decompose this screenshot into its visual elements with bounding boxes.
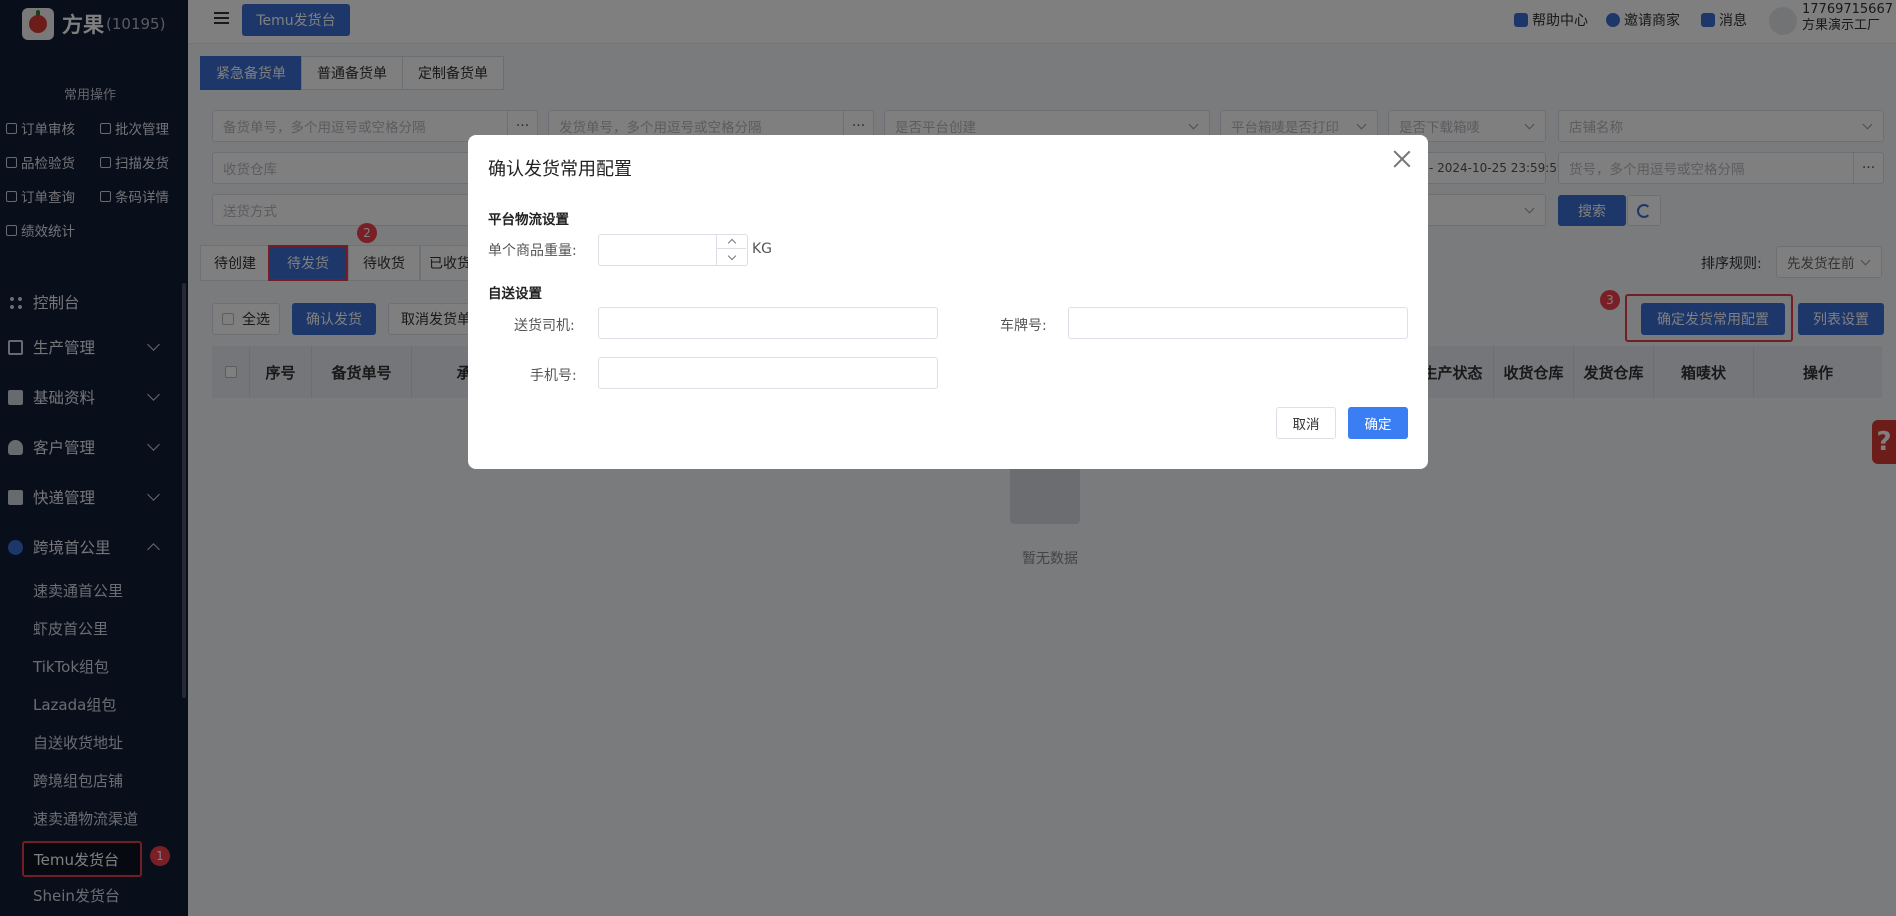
increment-button[interactable] (717, 234, 746, 249)
plate-field[interactable] (1068, 307, 1408, 339)
cancel-button[interactable]: 取消 (1276, 407, 1336, 439)
decrement-button[interactable] (717, 250, 746, 265)
driver-label: 送货司机: (514, 318, 575, 334)
driver-field[interactable] (598, 307, 938, 339)
plate-label: 车牌号: (1000, 318, 1047, 334)
phone-label: 手机号: (530, 368, 577, 384)
phone-field[interactable] (598, 357, 938, 389)
chevron-down-icon (727, 251, 736, 261)
weight-label: 单个商品重量: (488, 243, 577, 259)
shipping-config-dialog: 确认发货常用配置 平台物流设置 单个商品重量: KG 自送设置 送货司机: 车牌… (468, 135, 1428, 469)
close-icon[interactable] (1392, 149, 1412, 169)
dialog-title: 确认发货常用配置 (488, 159, 632, 180)
chevron-up-icon (727, 238, 736, 247)
self-delivery-section: 自送设置 (488, 286, 542, 302)
confirm-button[interactable]: 确定 (1348, 407, 1408, 439)
platform-logistics-section: 平台物流设置 (488, 212, 569, 228)
weight-stepper-controls (716, 234, 746, 266)
weight-unit: KG (752, 241, 773, 257)
